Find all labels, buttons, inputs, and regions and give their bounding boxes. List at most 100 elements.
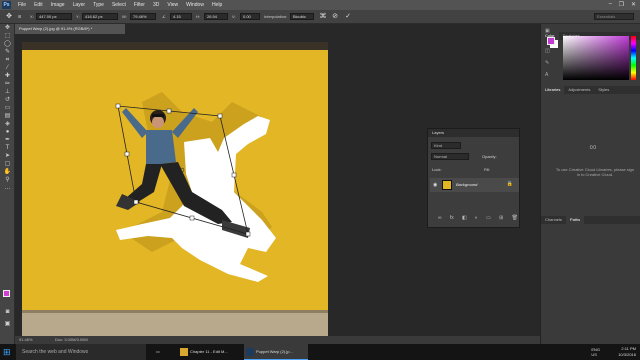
color-picker-field[interactable]: [563, 36, 629, 80]
history-brush-tool-icon[interactable]: ↺: [0, 96, 15, 104]
quick-select-tool-icon[interactable]: ✎: [0, 48, 15, 56]
menu-select[interactable]: Select: [108, 2, 130, 8]
zoom-readout[interactable]: 91.46%: [19, 336, 33, 344]
lock-icon[interactable]: 🔒: [507, 181, 513, 187]
eraser-tool-icon[interactable]: ▭: [0, 104, 15, 112]
minimize-button[interactable]: –: [609, 1, 612, 7]
layer-row-background[interactable]: ◉ Background 🔒: [430, 178, 519, 192]
cc-signin-message: To use Creative Cloud Libraries, please …: [555, 167, 635, 177]
new-layer-icon[interactable]: ⊞: [499, 215, 503, 221]
tool-preset-icon[interactable]: ✥: [4, 12, 14, 22]
more-tools-icon[interactable]: …: [0, 184, 15, 192]
h-skew-field[interactable]: 26.94: [204, 13, 228, 20]
shape-tool-icon[interactable]: ▢: [0, 160, 15, 168]
tab-paths[interactable]: Paths: [565, 216, 585, 224]
screen-mode-icon[interactable]: ▣: [0, 320, 15, 328]
windows-taskbar: ⊞ Search the web and Windows ▭ Chapter 1…: [0, 344, 640, 360]
warp-toggle-icon[interactable]: ⌘: [318, 12, 328, 22]
fx-icon[interactable]: fx: [450, 215, 454, 221]
lasso-tool-icon[interactable]: ◯: [0, 40, 15, 48]
menu-filter[interactable]: Filter: [130, 2, 149, 8]
workspace-select[interactable]: Essentials: [594, 13, 634, 20]
character-panel-icon[interactable]: A: [545, 72, 553, 78]
color-fg-swatch[interactable]: [547, 37, 555, 45]
photoshop-logo: Ps: [2, 1, 11, 9]
tab-channels[interactable]: Channels: [541, 216, 566, 224]
v-skew-field[interactable]: 0.00: [240, 13, 260, 20]
channels-panel-tabs: Channels Paths: [541, 216, 640, 224]
folder-icon[interactable]: ▭: [486, 215, 491, 221]
maximize-button[interactable]: ❐: [619, 1, 624, 8]
layer-thumbnail: [442, 180, 452, 190]
menu-window[interactable]: Window: [182, 2, 208, 8]
angle-icon: ∠: [162, 14, 166, 19]
pen-tool-icon[interactable]: ✒: [0, 136, 15, 144]
x-field[interactable]: 447.00 px: [36, 13, 72, 20]
trash-icon[interactable]: 🗑: [512, 215, 518, 221]
clone-stamp-tool-icon[interactable]: ⊥: [0, 88, 15, 96]
interpolation-select[interactable]: Bicubic: [290, 13, 314, 20]
quick-mask-icon[interactable]: ◙: [0, 308, 15, 316]
tab-styles[interactable]: Styles: [594, 86, 613, 94]
right-panel-dock: Color Swatches ▣ ◫ ✎ A Libraries Adjustm…: [540, 24, 640, 344]
properties-panel-icon[interactable]: ◫: [545, 48, 553, 54]
angle-field[interactable]: 4.15: [170, 13, 192, 20]
hand-tool-icon[interactable]: ✋: [0, 168, 15, 176]
mask-icon[interactable]: ◧: [462, 215, 467, 221]
blend-mode-select[interactable]: Normal: [431, 153, 469, 160]
layers-panel-title[interactable]: Layers: [428, 129, 519, 137]
tab-libraries[interactable]: Libraries: [541, 86, 565, 94]
menu-help[interactable]: Help: [208, 2, 226, 8]
menu-3d[interactable]: 3D: [149, 2, 163, 8]
taskbar-search[interactable]: Search the web and Windows: [16, 344, 146, 360]
menu-view[interactable]: View: [163, 2, 182, 8]
document-canvas[interactable]: [22, 42, 328, 336]
eyedropper-tool-icon[interactable]: ⁄: [0, 64, 15, 72]
menu-image[interactable]: Image: [47, 2, 69, 8]
taskbar-item-photoshop[interactable]: Puppet Warp (2).jp...: [244, 344, 308, 360]
menu-type[interactable]: Type: [89, 2, 108, 8]
visibility-eye-icon[interactable]: ◉: [433, 182, 437, 188]
document-tab[interactable]: Puppet Warp (2).jpg @ 91.4% (RGB/8*) *: [15, 24, 125, 34]
task-view-icon[interactable]: ▭: [156, 344, 168, 360]
healing-tool-icon[interactable]: ✚: [0, 72, 15, 80]
opacity-label: Opacity:: [482, 154, 497, 159]
taskbar-item-chapter[interactable]: Chapter 11 - Edit M...: [178, 344, 242, 360]
menu-file[interactable]: File: [14, 2, 30, 8]
clock[interactable]: 2:11 PM 10/3/2016: [618, 346, 636, 358]
y-field[interactable]: 416.62 px: [82, 13, 118, 20]
doc-size-readout: Doc: 3.00M/3.00M: [55, 337, 88, 342]
close-button[interactable]: ✕: [631, 1, 636, 8]
adjustment-icon[interactable]: ◐: [475, 215, 478, 221]
history-panel-icon[interactable]: ▣: [545, 28, 553, 34]
windows-start-icon[interactable]: ⊞: [3, 347, 13, 357]
gradient-tool-icon[interactable]: ▤: [0, 112, 15, 120]
cancel-transform-icon[interactable]: ⊘: [330, 12, 340, 22]
layer-kind-filter[interactable]: Kind: [431, 142, 461, 149]
language-indicator[interactable]: ENG US: [591, 347, 600, 357]
menu-layer[interactable]: Layer: [69, 2, 90, 8]
hue-slider[interactable]: [631, 36, 636, 80]
folder-app-icon: [180, 348, 188, 356]
marquee-tool-icon[interactable]: ⬚: [0, 32, 15, 40]
type-tool-icon[interactable]: T: [0, 144, 15, 152]
commit-transform-icon[interactable]: ✓: [343, 12, 353, 22]
width-field[interactable]: 79.46%: [130, 13, 156, 20]
brush-panel-icon[interactable]: ✎: [545, 60, 553, 66]
brush-tool-icon[interactable]: ✏: [0, 80, 15, 88]
foreground-color-swatch[interactable]: [3, 290, 10, 297]
blur-tool-icon[interactable]: ◈: [0, 120, 15, 128]
path-select-tool-icon[interactable]: ➤: [0, 152, 15, 160]
link-icon[interactable]: ∞: [438, 215, 442, 221]
menu-edit[interactable]: Edit: [30, 2, 47, 8]
interpolation-label: Interpolation:: [264, 14, 288, 19]
tab-adjustments[interactable]: Adjustments: [564, 86, 594, 94]
reference-point-icon[interactable]: ⊞: [18, 14, 21, 19]
move-tool-icon[interactable]: ✥: [0, 24, 15, 32]
fill-label: Fill:: [484, 167, 491, 172]
status-bar: 91.46% Doc: 3.00M/3.00M: [15, 336, 540, 344]
zoom-tool-icon[interactable]: ⚲: [0, 176, 15, 184]
dodge-tool-icon[interactable]: ●: [0, 128, 15, 136]
menu-bar: Ps File Edit Image Layer Type Select Fil…: [0, 0, 640, 10]
crop-tool-icon[interactable]: ⌗: [0, 56, 15, 64]
